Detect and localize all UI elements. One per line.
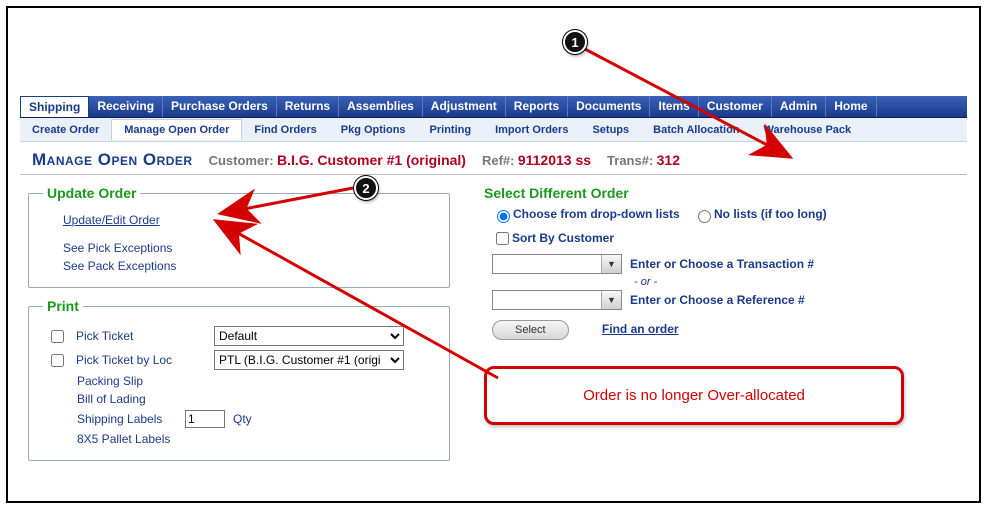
callout-box: Order is no longer Over-allocated: [484, 366, 904, 425]
customer-label: Customer:: [209, 153, 274, 168]
page-header: Manage Open Order Customer: B.I.G. Custo…: [20, 148, 967, 175]
tab-admin[interactable]: Admin: [772, 96, 826, 117]
pick-ticket-loc-select[interactable]: PTL (B.I.G. Customer #1 (origi: [214, 350, 404, 370]
ref-label: Ref#:: [482, 153, 515, 168]
pick-ticket-loc-checkbox[interactable]: [51, 354, 64, 367]
transaction-combo[interactable]: ▼: [492, 254, 622, 274]
trans-value: 312: [657, 152, 680, 168]
chevron-down-icon[interactable]: ▼: [601, 255, 621, 273]
page-title: Manage Open Order: [32, 150, 193, 170]
print-row-pick-ticket: Pick Ticket Default: [51, 326, 435, 346]
tab-reports[interactable]: Reports: [506, 96, 568, 117]
callout-text: Order is no longer Over-allocated: [583, 387, 805, 404]
print-row-pick-ticket-loc: Pick Ticket by Loc PTL (B.I.G. Customer …: [51, 350, 435, 370]
tab-assemblies[interactable]: Assemblies: [339, 96, 423, 117]
subnav-create-order[interactable]: Create Order: [20, 120, 111, 140]
see-pack-exceptions-link[interactable]: See Pack Exceptions: [63, 259, 435, 273]
radio-choose-lists[interactable]: Choose from drop-down lists: [492, 207, 680, 221]
subnav-find-orders[interactable]: Find Orders: [242, 120, 328, 140]
select-order-heading: Select Different Order: [484, 185, 967, 201]
sort-by-customer[interactable]: Sort By Customer: [492, 231, 614, 245]
subnav-pkg-options[interactable]: Pkg Options: [329, 120, 418, 140]
print-panel: Print Pick Ticket Default Pick Ticket by…: [28, 298, 450, 461]
print-row-shipping-labels: Shipping Labels Qty: [51, 410, 435, 428]
update-order-legend: Update Order: [43, 185, 140, 201]
left-column: Update Order Update/Edit Order See Pick …: [20, 185, 450, 471]
subnav-manage-open-order[interactable]: Manage Open Order: [111, 119, 242, 140]
print-row-pallet-labels: 8X5 Pallet Labels: [51, 432, 435, 446]
update-order-panel: Update Order Update/Edit Order See Pick …: [28, 185, 450, 288]
select-order-radio-row: Choose from drop-down lists No lists (if…: [492, 207, 967, 223]
customer-value: B.I.G. Customer #1 (original): [277, 152, 466, 168]
tab-adjustment[interactable]: Adjustment: [423, 96, 506, 117]
subnav-printing[interactable]: Printing: [418, 120, 484, 140]
tab-home[interactable]: Home: [826, 96, 876, 117]
chevron-down-icon[interactable]: ▼: [601, 291, 621, 309]
see-pick-exceptions-link[interactable]: See Pick Exceptions: [63, 241, 435, 255]
pick-ticket-loc-label: Pick Ticket by Loc: [76, 353, 206, 367]
radio-no-lists-input[interactable]: [698, 210, 711, 223]
tab-receiving[interactable]: Receiving: [89, 96, 163, 117]
right-column: Select Different Order Choose from drop-…: [480, 185, 967, 471]
transaction-input[interactable]: [493, 255, 601, 273]
radio-no-lists[interactable]: No lists (if too long): [693, 207, 827, 221]
tab-shipping[interactable]: Shipping: [20, 96, 89, 117]
content: Update Order Update/Edit Order See Pick …: [20, 185, 967, 471]
pick-ticket-label: Pick Ticket: [76, 329, 206, 343]
subnav-batch-allocation[interactable]: Batch Allocation: [641, 120, 751, 140]
sort-by-customer-checkbox[interactable]: [496, 232, 509, 245]
reference-input[interactable]: [493, 291, 601, 309]
reference-combo-row: ▼ Enter or Choose a Reference #: [492, 290, 967, 310]
print-row-packing-slip: Packing Slip: [51, 374, 435, 388]
print-legend: Print: [43, 298, 83, 314]
print-row-bill-of-lading: Bill of Lading: [51, 392, 435, 406]
trans-label: Trans#:: [607, 153, 653, 168]
main-nav: Shipping Receiving Purchase Orders Retur…: [20, 96, 967, 118]
select-button[interactable]: Select: [492, 320, 569, 340]
sub-nav: Create Order Manage Open Order Find Orde…: [20, 118, 967, 142]
select-action-row: Select Find an order: [480, 312, 967, 340]
or-text: - or -: [634, 276, 967, 288]
subnav-setups[interactable]: Setups: [580, 120, 641, 140]
tab-documents[interactable]: Documents: [568, 96, 650, 117]
pick-ticket-checkbox[interactable]: [51, 330, 64, 343]
find-an-order-link[interactable]: Find an order: [602, 322, 679, 336]
tab-items[interactable]: Items: [650, 96, 698, 117]
subnav-warehouse-pack[interactable]: Warehouse Pack: [752, 120, 864, 140]
sort-by-customer-row: Sort By Customer: [492, 229, 967, 248]
annotation-badge-1: 1: [563, 30, 587, 54]
tab-customer[interactable]: Customer: [699, 96, 772, 117]
ref-value: 9112013 ss: [518, 152, 591, 168]
app-frame: Shipping Receiving Purchase Orders Retur…: [6, 6, 981, 503]
bill-of-lading-link[interactable]: Bill of Lading: [77, 392, 207, 406]
pick-ticket-select[interactable]: Default: [214, 326, 404, 346]
shipping-labels-link[interactable]: Shipping Labels: [77, 412, 177, 426]
qty-label: Qty: [233, 412, 252, 426]
pallet-labels-link[interactable]: 8X5 Pallet Labels: [77, 432, 207, 446]
packing-slip-link[interactable]: Packing Slip: [77, 374, 207, 388]
subnav-import-orders[interactable]: Import Orders: [483, 120, 580, 140]
update-edit-order-link[interactable]: Update/Edit Order: [63, 213, 435, 227]
shipping-labels-qty-input[interactable]: [185, 410, 225, 428]
radio-choose-lists-input[interactable]: [497, 210, 510, 223]
tab-purchase-orders[interactable]: Purchase Orders: [163, 96, 277, 117]
transaction-hint: Enter or Choose a Transaction #: [630, 257, 814, 271]
tab-returns[interactable]: Returns: [277, 96, 339, 117]
reference-hint: Enter or Choose a Reference #: [630, 293, 805, 307]
reference-combo[interactable]: ▼: [492, 290, 622, 310]
transaction-combo-row: ▼ Enter or Choose a Transaction #: [492, 254, 967, 274]
